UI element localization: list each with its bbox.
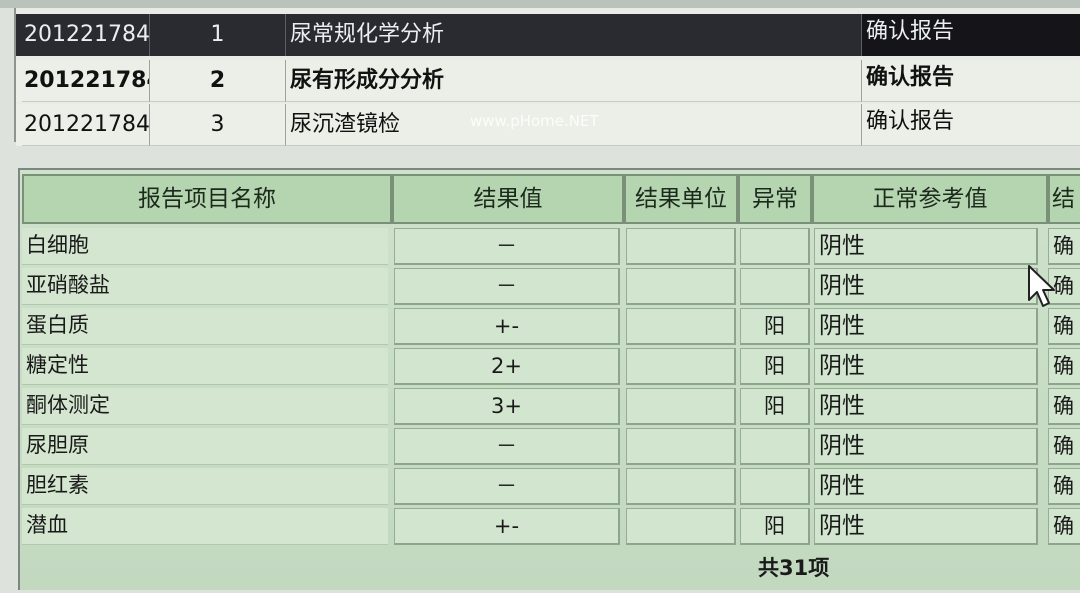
abnormal-flag: 阳 <box>740 508 810 545</box>
reference-value: 阴性 <box>814 348 1038 385</box>
results-grid: 报告项目名称 结果值 结果单位 异常 正常参考值 结 白细胞 － 阴性 确 亚硝… <box>18 168 1080 590</box>
result-value: 2+ <box>394 348 620 385</box>
result-unit <box>626 388 736 425</box>
header-last[interactable]: 结 <box>1048 174 1080 224</box>
reference-value: 阴性 <box>814 268 1038 305</box>
abnormal-flag <box>740 428 810 465</box>
abnormal-flag <box>740 468 810 505</box>
result-unit <box>626 268 736 305</box>
last-column-value: 确 <box>1048 428 1080 465</box>
item-name: 酮体测定 <box>22 388 388 425</box>
header-result-value[interactable]: 结果值 <box>392 174 624 224</box>
abnormal-flag: 阳 <box>740 348 810 385</box>
top-strip <box>0 0 1080 8</box>
confirm-report-button[interactable]: 确认报告 <box>862 14 1080 56</box>
result-unit <box>626 228 736 265</box>
result-unit <box>626 348 736 385</box>
result-value: +- <box>394 308 620 345</box>
reference-value: 阴性 <box>814 308 1038 345</box>
request-number: 2 <box>150 60 286 102</box>
reference-value: 阴性 <box>814 508 1038 545</box>
last-column-value: 确 <box>1048 468 1080 505</box>
request-name: 尿常规化学分析 <box>286 14 862 56</box>
reference-value: 阴性 <box>814 228 1038 265</box>
item-name: 白细胞 <box>22 228 388 265</box>
header-result-unit[interactable]: 结果单位 <box>624 174 738 224</box>
request-id: 2012217842 <box>22 14 150 56</box>
total-count: 共31项 <box>758 556 830 580</box>
request-number: 1 <box>150 14 286 56</box>
item-name: 糖定性 <box>22 348 388 385</box>
mouse-cursor-icon <box>1028 265 1055 307</box>
last-column-value: 确 <box>1048 388 1080 425</box>
result-value: － <box>394 428 620 465</box>
abnormal-flag <box>740 268 810 305</box>
result-unit <box>626 428 736 465</box>
last-column-value: 确 <box>1048 348 1080 385</box>
item-name: 胆红素 <box>22 468 388 505</box>
result-value: +- <box>394 508 620 545</box>
item-name: 潜血 <box>22 508 388 545</box>
reference-value: 阴性 <box>814 388 1038 425</box>
result-value: － <box>394 228 620 265</box>
result-value: － <box>394 468 620 505</box>
result-value: － <box>394 268 620 305</box>
request-name: 尿有形成分分析 <box>286 60 862 102</box>
result-unit <box>626 308 736 345</box>
request-id: 2012217842 <box>22 104 150 146</box>
abnormal-flag: 阳 <box>740 308 810 345</box>
header-reference[interactable]: 正常参考值 <box>812 174 1048 224</box>
last-column-value: 确 <box>1048 308 1080 345</box>
header-item-name[interactable]: 报告项目名称 <box>22 174 392 224</box>
watermark: www.pHome.NET <box>470 112 599 130</box>
item-name: 亚硝酸盐 <box>22 268 388 305</box>
abnormal-flag <box>740 228 810 265</box>
item-name: 尿胆原 <box>22 428 388 465</box>
request-row-2[interactable]: 2012217842 2 尿有形成分分析 确认报告 <box>16 60 1080 102</box>
confirm-report-button[interactable]: 确认报告 <box>862 60 1080 102</box>
header-abnormal[interactable]: 异常 <box>738 174 812 224</box>
request-row-1[interactable]: 2012217842 1 尿常规化学分析 确认报告 <box>16 14 1080 56</box>
result-unit <box>626 508 736 545</box>
confirm-report-button[interactable]: 确认报告 <box>862 104 1080 146</box>
request-id: 2012217842 <box>22 60 150 102</box>
reference-value: 阴性 <box>814 468 1038 505</box>
request-number: 3 <box>150 104 286 146</box>
last-column-value: 确 <box>1048 508 1080 545</box>
item-name: 蛋白质 <box>22 308 388 345</box>
result-unit <box>626 468 736 505</box>
result-value: 3+ <box>394 388 620 425</box>
abnormal-flag: 阳 <box>740 388 810 425</box>
last-column-value: 确 <box>1048 228 1080 265</box>
reference-value: 阴性 <box>814 428 1038 465</box>
